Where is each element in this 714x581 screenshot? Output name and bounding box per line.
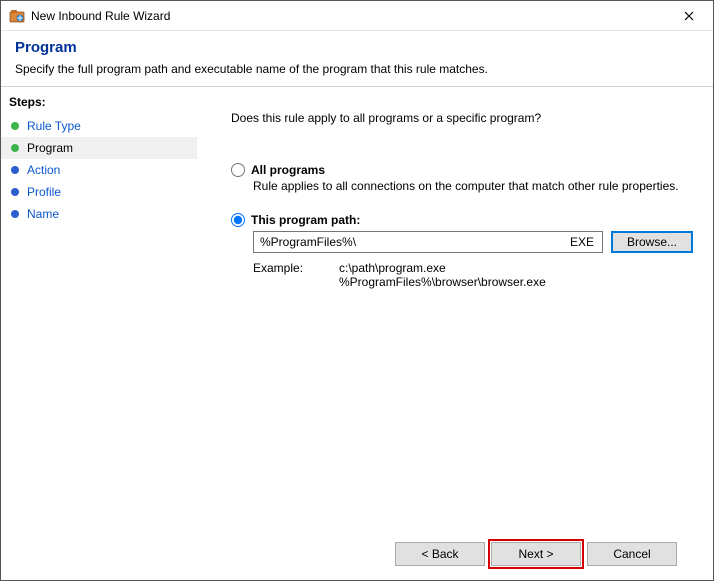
content-top: Does this rule apply to all programs or … [231, 111, 693, 532]
wizard-window: New Inbound Rule Wizard Program Specify … [0, 0, 714, 581]
page-title: Program [15, 39, 699, 56]
example-row: Example: c:\path\program.exe %ProgramFil… [253, 261, 693, 289]
step-label: Name [27, 207, 59, 221]
page-description: Specify the full program path and execut… [15, 62, 699, 76]
step-label: Action [27, 163, 60, 177]
bullet-icon [11, 188, 19, 196]
header: Program Specify the full program path an… [1, 31, 713, 86]
example-label: Example: [253, 261, 339, 289]
example-line-2: %ProgramFiles%\browser\browser.exe [339, 275, 546, 289]
path-block: EXE Browse... Example: c:\path\program.e… [231, 231, 693, 289]
example-line-1: c:\path\program.exe [339, 261, 546, 275]
step-label: Profile [27, 185, 61, 199]
option-program-path[interactable]: This program path: [231, 213, 693, 227]
option-all-description: Rule applies to all connections on the c… [231, 179, 693, 193]
step-profile[interactable]: Profile [1, 181, 197, 203]
bullet-icon [11, 122, 19, 130]
bullet-icon [11, 166, 19, 174]
back-button[interactable]: < Back [395, 542, 485, 566]
sidebar: Steps: Rule Type Program Action Profile … [1, 87, 197, 580]
path-row: EXE Browse... [253, 231, 693, 253]
step-label: Program [27, 141, 73, 155]
path-input-wrap: EXE [253, 231, 603, 253]
program-path-input[interactable] [254, 232, 562, 252]
cancel-button[interactable]: Cancel [587, 542, 677, 566]
option-path-label: This program path: [251, 213, 360, 227]
footer: < Back Next > Cancel [231, 532, 693, 580]
window-title: New Inbound Rule Wizard [31, 9, 667, 23]
example-lines: c:\path\program.exe %ProgramFiles%\brows… [339, 261, 546, 289]
bullet-icon [11, 210, 19, 218]
radio-all-programs[interactable] [231, 163, 245, 177]
body: Steps: Rule Type Program Action Profile … [1, 86, 713, 580]
radio-program-path[interactable] [231, 213, 245, 227]
steps-heading: Steps: [1, 91, 197, 115]
option-all-label: All programs [251, 163, 325, 177]
close-button[interactable] [667, 2, 711, 30]
titlebar: New Inbound Rule Wizard [1, 1, 713, 31]
path-extension: EXE [562, 232, 602, 252]
option-all-programs[interactable]: All programs [231, 163, 693, 177]
browse-button[interactable]: Browse... [611, 231, 693, 253]
bullet-icon [11, 144, 19, 152]
next-button[interactable]: Next > [491, 542, 581, 566]
step-action[interactable]: Action [1, 159, 197, 181]
step-label: Rule Type [27, 119, 81, 133]
step-rule-type[interactable]: Rule Type [1, 115, 197, 137]
content: Does this rule apply to all programs or … [197, 87, 713, 580]
app-icon [9, 8, 25, 24]
step-name[interactable]: Name [1, 203, 197, 225]
question-text: Does this rule apply to all programs or … [231, 111, 693, 125]
step-program[interactable]: Program [1, 137, 197, 159]
